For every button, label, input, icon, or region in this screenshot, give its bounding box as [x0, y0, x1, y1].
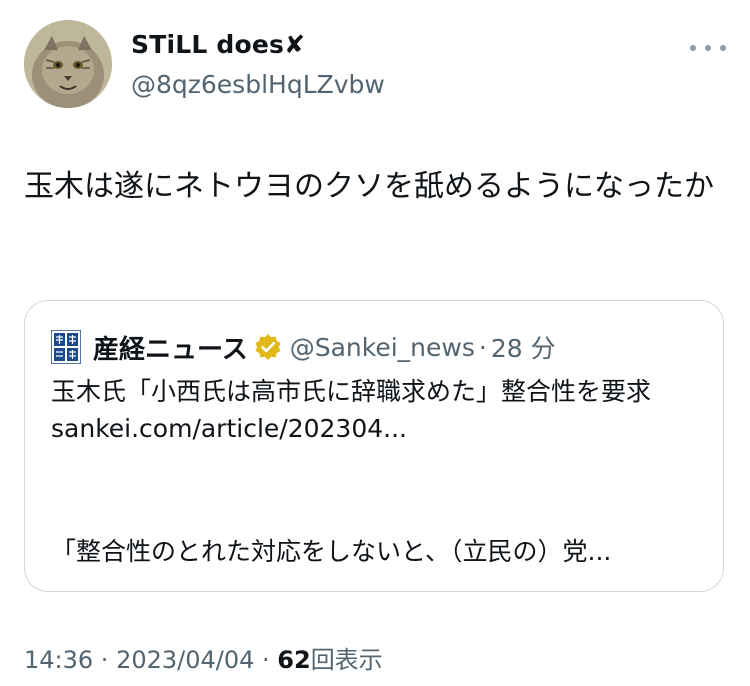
quote-tweet-card[interactable]: 産経ニュース @Sankei_news · 28 分 玉木氏「小西氏は高市氏に辞… — [24, 300, 724, 592]
tweet-meta: 14:36 · 2023/04/04 · 62回表示 — [24, 640, 383, 675]
quote-link[interactable]: sankei.com/article/202304... — [51, 410, 701, 447]
verified-badge-icon — [255, 334, 281, 360]
quote-author-name[interactable]: 産経ニュース — [93, 329, 248, 366]
quote-body: 玉木氏「小西氏は高市氏に辞職求めた」整合性を要求 sankei.com/arti… — [51, 373, 701, 447]
tweet-time[interactable]: 14:36 — [24, 646, 93, 674]
cat-avatar-icon — [24, 20, 112, 108]
more-options-button[interactable] — [690, 36, 726, 60]
tweet-text: 玉木は遂にネトウヨのクソを舐めるようになったか — [24, 169, 714, 204]
quote-excerpt: 「整合性のとれた対応をしないと、（立民の）党... — [51, 537, 612, 566]
quote-timestamp[interactable]: 28 分 — [491, 329, 556, 365]
meta-separator: · — [254, 646, 278, 674]
author-handle[interactable]: @8qz6esblHqLZvbw — [131, 70, 385, 99]
separator-dot: · — [478, 332, 487, 362]
more-dots-icon — [705, 45, 711, 51]
avatar[interactable] — [24, 20, 112, 108]
author-display-name[interactable]: STiLL does✘ — [131, 30, 305, 59]
more-dots-icon — [690, 45, 696, 51]
sankei-logo-icon — [51, 330, 81, 364]
more-dots-icon — [720, 45, 726, 51]
views-count: 62 — [277, 646, 311, 674]
meta-separator: · — [93, 646, 117, 674]
quote-header: 産経ニュース @Sankei_news · 28 分 — [51, 329, 556, 365]
quote-headline: 玉木氏「小西氏は高市氏に辞職求めた」整合性を要求 — [51, 377, 652, 406]
tweet-date[interactable]: 2023/04/04 — [116, 646, 254, 674]
quote-author-handle[interactable]: @Sankei_news — [290, 333, 475, 362]
views-label: 回表示 — [310, 646, 383, 674]
